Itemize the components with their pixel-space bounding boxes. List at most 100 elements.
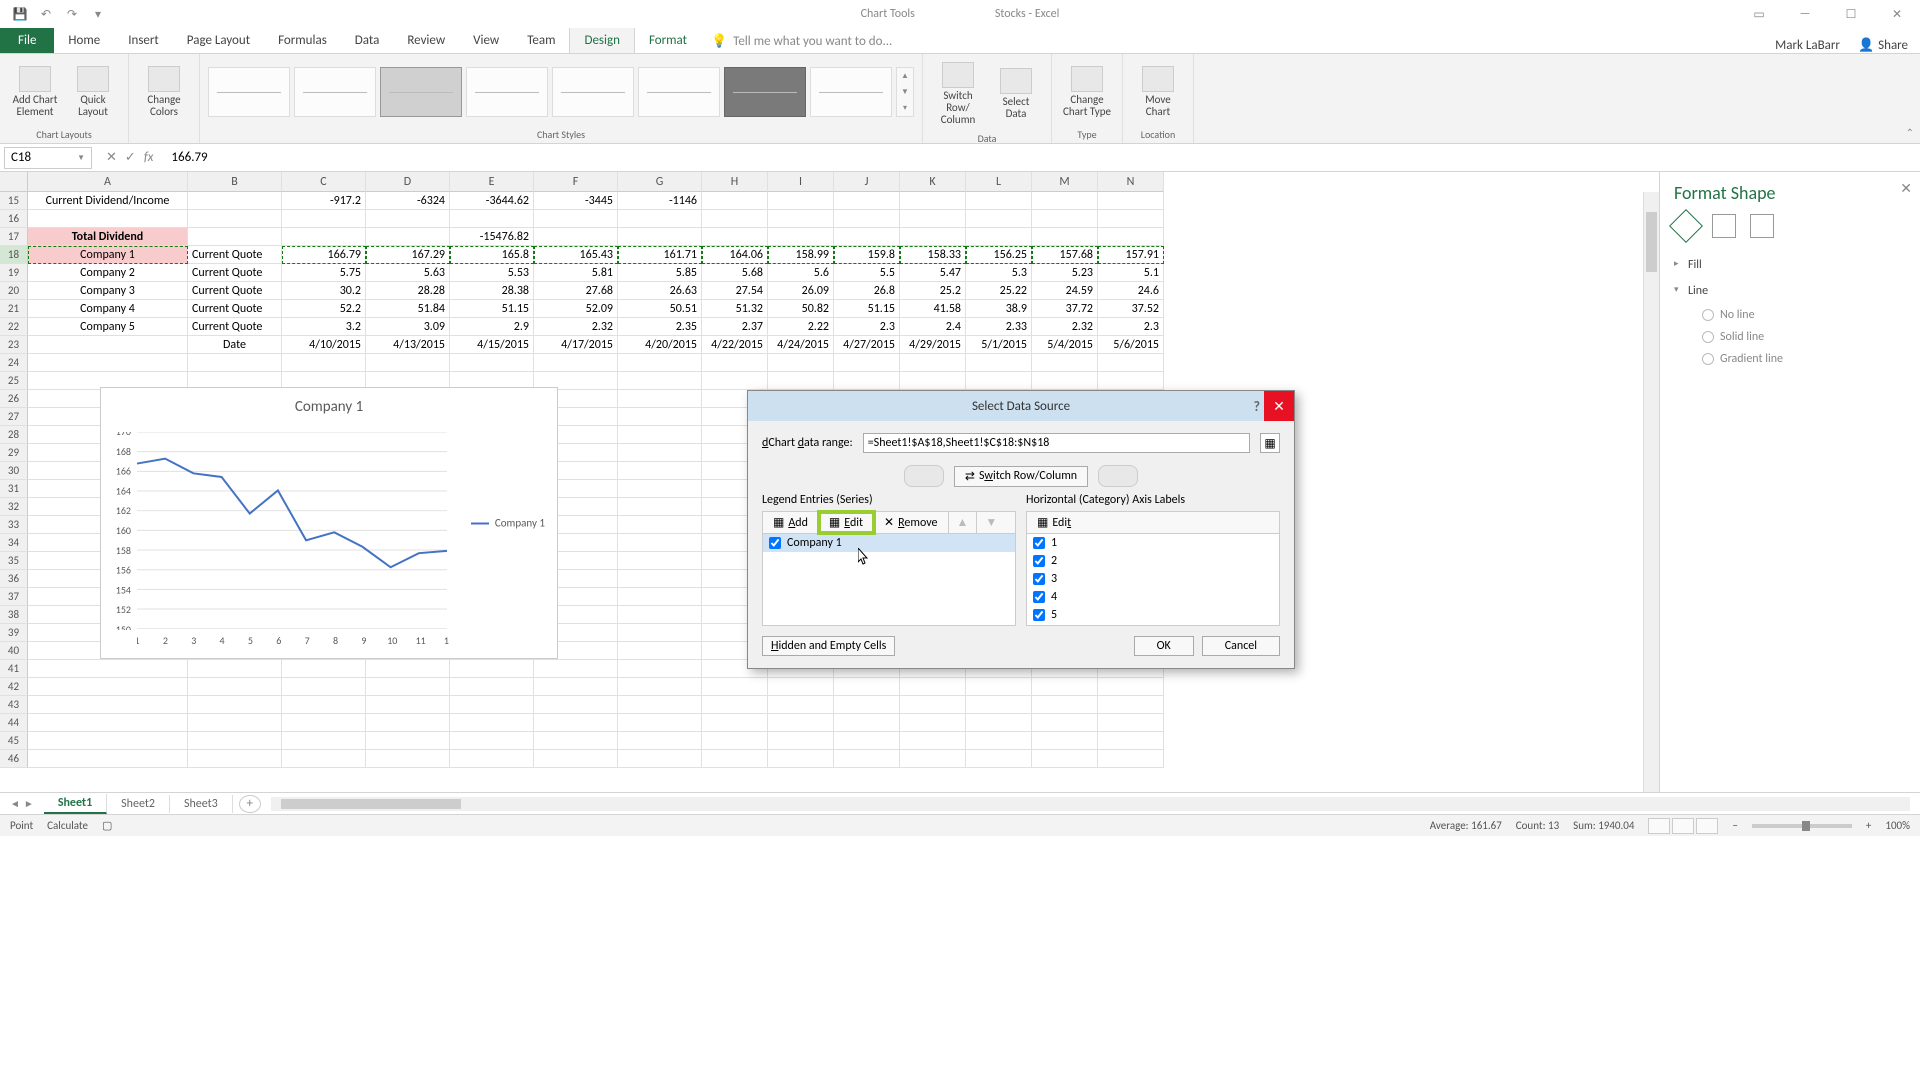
row-header[interactable]: 44 <box>0 714 28 732</box>
cell[interactable] <box>768 696 834 714</box>
cell[interactable] <box>534 678 618 696</box>
cell[interactable] <box>966 732 1032 750</box>
cell[interactable] <box>834 354 900 372</box>
ribbon-options-icon[interactable]: ▭ <box>1736 0 1782 28</box>
cell[interactable] <box>702 714 768 732</box>
cell[interactable] <box>366 210 450 228</box>
cell[interactable]: Current Quote <box>188 282 282 300</box>
cell[interactable] <box>282 696 366 714</box>
cell[interactable]: Current Quote <box>188 246 282 264</box>
no-line-radio[interactable]: No line <box>1674 304 1906 326</box>
cell[interactable]: 27.68 <box>534 282 618 300</box>
cell[interactable]: 5.1 <box>1098 264 1164 282</box>
chart-style-7[interactable] <box>724 67 806 117</box>
cell[interactable] <box>28 354 188 372</box>
cell[interactable] <box>900 354 966 372</box>
column-header[interactable]: G <box>618 172 702 192</box>
cell[interactable] <box>618 462 702 480</box>
cell[interactable] <box>900 228 966 246</box>
cell[interactable] <box>188 696 282 714</box>
cell[interactable]: 28.28 <box>366 282 450 300</box>
row-header[interactable]: 42 <box>0 678 28 696</box>
cell[interactable] <box>1032 354 1098 372</box>
cell[interactable]: 5.23 <box>1032 264 1098 282</box>
column-header[interactable]: F <box>534 172 618 192</box>
row-header[interactable]: 36 <box>0 570 28 588</box>
cell[interactable] <box>282 660 366 678</box>
change-colors-button[interactable]: Change Colors <box>137 62 191 122</box>
page-break-view-icon[interactable] <box>1696 818 1718 834</box>
cell[interactable] <box>900 750 966 768</box>
tab-data[interactable]: Data <box>341 27 394 53</box>
cell[interactable]: 38.9 <box>966 300 1032 318</box>
enter-formula-icon[interactable]: ✓ <box>125 150 136 165</box>
axis-item[interactable]: 5 <box>1027 606 1279 624</box>
cell[interactable]: 2.33 <box>966 318 1032 336</box>
cell[interactable]: -1146 <box>618 192 702 210</box>
cell[interactable] <box>900 210 966 228</box>
name-box-dropdown-icon[interactable]: ▼ <box>77 153 85 163</box>
cell[interactable]: Company 3 <box>28 282 188 300</box>
sheet-nav-prev-icon[interactable]: ◄ <box>10 797 20 810</box>
cell[interactable]: 5.6 <box>768 264 834 282</box>
tab-page-layout[interactable]: Page Layout <box>173 27 264 53</box>
change-chart-type-button[interactable]: Change Chart Type <box>1060 62 1114 122</box>
cell[interactable]: Current Quote <box>188 300 282 318</box>
cell[interactable]: 3.09 <box>366 318 450 336</box>
fill-line-tab-icon[interactable] <box>1669 209 1703 243</box>
column-header[interactable]: C <box>282 172 366 192</box>
cell[interactable]: 25.22 <box>966 282 1032 300</box>
cell[interactable] <box>188 732 282 750</box>
cell[interactable] <box>618 534 702 552</box>
cell[interactable] <box>450 750 534 768</box>
cell[interactable] <box>618 714 702 732</box>
cell[interactable] <box>450 678 534 696</box>
axis-item[interactable]: 4 <box>1027 588 1279 606</box>
cell[interactable] <box>188 354 282 372</box>
cell[interactable] <box>900 696 966 714</box>
cell[interactable] <box>28 660 188 678</box>
row-header[interactable]: 17 <box>0 228 28 246</box>
cell[interactable] <box>28 732 188 750</box>
axis-item[interactable]: 1 <box>1027 534 1279 552</box>
cell[interactable] <box>534 696 618 714</box>
cell[interactable] <box>618 552 702 570</box>
cell[interactable] <box>618 480 702 498</box>
cell[interactable] <box>188 228 282 246</box>
column-header[interactable]: B <box>188 172 282 192</box>
row-header[interactable]: 15 <box>0 192 28 210</box>
chart-plot-area[interactable] <box>137 432 447 629</box>
column-header[interactable]: K <box>900 172 966 192</box>
cell[interactable] <box>534 228 618 246</box>
cell[interactable] <box>702 696 768 714</box>
tab-format[interactable]: Format <box>635 27 701 53</box>
cell[interactable] <box>534 210 618 228</box>
sheet-tab-1[interactable]: Sheet1 <box>44 794 107 814</box>
cell[interactable] <box>366 696 450 714</box>
formula-input[interactable]: 166.79 <box>163 150 1920 165</box>
cell[interactable] <box>450 210 534 228</box>
cell[interactable] <box>188 210 282 228</box>
cell[interactable] <box>618 372 702 390</box>
row-header[interactable]: 28 <box>0 426 28 444</box>
cell[interactable]: Company 2 <box>28 264 188 282</box>
cancel-formula-icon[interactable]: ✕ <box>106 150 117 165</box>
cell[interactable] <box>450 696 534 714</box>
cell[interactable]: 52.09 <box>534 300 618 318</box>
sheet-nav-next-icon[interactable]: ► <box>24 797 34 810</box>
cell[interactable] <box>702 354 768 372</box>
column-header[interactable]: H <box>702 172 768 192</box>
series-item[interactable]: Company 1 <box>763 534 1015 552</box>
redo-icon[interactable]: ↷ <box>64 6 80 22</box>
cell[interactable] <box>702 228 768 246</box>
cell[interactable] <box>366 714 450 732</box>
cell[interactable] <box>966 750 1032 768</box>
cell[interactable] <box>966 696 1032 714</box>
axis-checkbox[interactable] <box>1033 555 1045 567</box>
cell[interactable] <box>1032 192 1098 210</box>
sheet-tab-2[interactable]: Sheet2 <box>107 795 170 813</box>
remove-series-button[interactable]: ✕Remove <box>874 512 948 533</box>
row-header[interactable]: 30 <box>0 462 28 480</box>
cell[interactable] <box>618 732 702 750</box>
cell[interactable] <box>366 660 450 678</box>
